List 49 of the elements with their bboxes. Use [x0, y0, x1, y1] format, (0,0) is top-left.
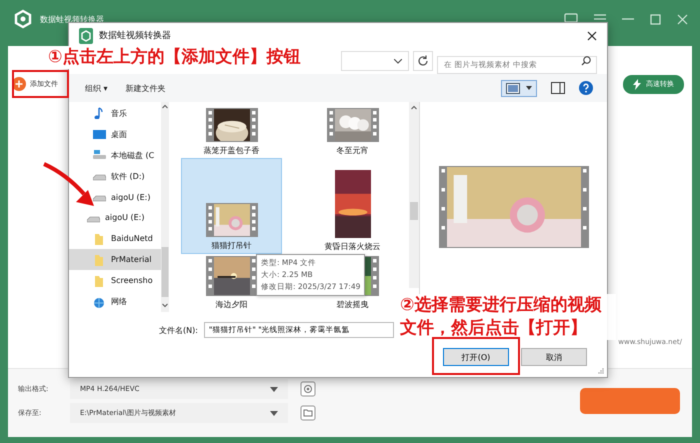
- app-logo: [79, 28, 93, 44]
- lightning-icon: [633, 78, 641, 90]
- folder-icon: [93, 274, 106, 287]
- nav-item[interactable]: 软件 (D:): [69, 166, 161, 187]
- desktop-icon: [93, 128, 106, 140]
- folder-icon: [93, 232, 106, 245]
- plus-icon: [12, 77, 26, 91]
- filename-label: 文件名(N):: [159, 324, 198, 336]
- toolbar-button[interactable]: 组织 ▾: [83, 80, 110, 96]
- file-item[interactable]: 黄昏日落火烧云: [324, 158, 380, 254]
- network-icon: [93, 296, 106, 308]
- cancel-button[interactable]: 取消: [521, 348, 587, 366]
- settings-icon[interactable]: [300, 381, 316, 397]
- open-button[interactable]: 打开(O): [443, 348, 509, 366]
- scrollbar[interactable]: [409, 102, 419, 288]
- nav-item[interactable]: BaiduNetd: [69, 228, 161, 250]
- preview-pane-icon[interactable]: [551, 82, 565, 94]
- scrollbar[interactable]: [161, 102, 169, 312]
- file-item[interactable]: 海边夕阳: [206, 254, 258, 312]
- nav-item[interactable]: aigoU (E:): [69, 208, 161, 228]
- resize-grip-icon[interactable]: [598, 368, 604, 374]
- nav-item[interactable]: aigoU (E:): [69, 186, 161, 208]
- nav-item[interactable]: Screensho: [69, 270, 161, 292]
- caret-icon: [526, 86, 532, 90]
- chevron-down-icon: [394, 58, 402, 64]
- refresh-icon[interactable]: [413, 51, 433, 71]
- file-item[interactable]: 冬至元宵: [326, 102, 378, 158]
- app-logo: [14, 9, 32, 29]
- nav-item[interactable]: 桌面: [69, 124, 161, 145]
- caret-icon: [270, 386, 278, 392]
- toolbar-button[interactable]: 新建文件夹: [124, 80, 168, 96]
- folder-icon[interactable]: [300, 405, 316, 421]
- image-view-icon: [506, 82, 520, 94]
- nav-item[interactable]: 本地磁盘 (C: [69, 144, 161, 166]
- nav-item[interactable]: 音乐: [69, 103, 161, 124]
- drive-icon: [93, 149, 106, 162]
- folder-icon: [93, 254, 106, 266]
- highlight-frame: [12, 70, 69, 98]
- search-icon: [581, 56, 591, 66]
- caret-icon: [270, 410, 278, 416]
- dialog-title: 数据蛙视频转换器: [99, 30, 171, 42]
- file-item[interactable]: 猫猫打吊针: [181, 158, 282, 254]
- nav-item[interactable]: PrMaterial: [69, 249, 161, 270]
- help-icon[interactable]: [579, 81, 593, 95]
- maximize-icon[interactable]: [650, 14, 661, 24]
- file-item[interactable]: 蒸笼开盖包子香: [204, 102, 260, 158]
- nav-item[interactable]: 网络: [69, 291, 161, 312]
- close-icon[interactable]: [587, 30, 597, 40]
- view-button[interactable]: [501, 80, 537, 96]
